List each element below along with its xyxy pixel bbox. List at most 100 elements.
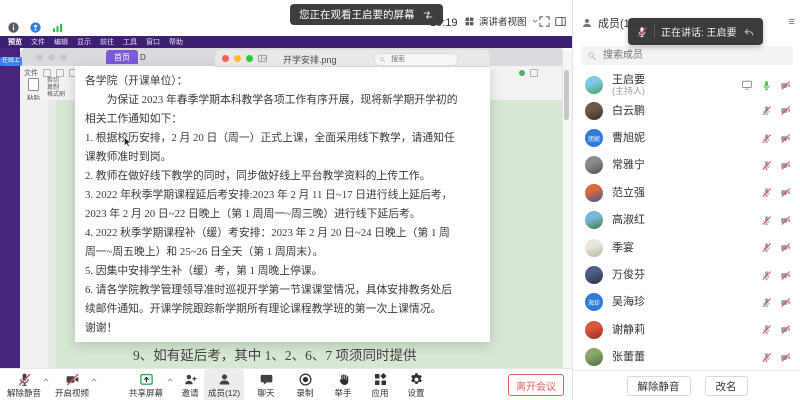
cam-off-icon[interactable] [780,270,791,281]
member-row-万俊芬[interactable]: 万俊芬 [573,261,800,288]
member-status-icons [761,242,800,253]
toolbar-成员(12)[interactable]: 成员(12) [204,369,244,400]
document-line: 6. 请各学院教学管理领导准时巡视开学第一节课课堂情况，具体安排教务处后 [85,281,490,300]
fullscreen-icon[interactable] [538,15,551,28]
reply-arrow-icon[interactable] [743,26,755,38]
cam-off-icon[interactable] [780,242,791,253]
mic-off-icon[interactable] [761,242,772,253]
member-row-范立强[interactable]: 范立强 [573,179,800,206]
member-list: 王启要(主持人)白云鹏旭妮曹旭妮常雅宁范立强高淑红季宴万俊芬海珍吴海珍谢静莉张蕾… [573,70,800,370]
toolbar-共享屏幕[interactable]: 共享屏幕 [124,369,168,400]
document-line: 课教师准时到岗。 [85,148,490,167]
member-row-曹旭妮[interactable]: 旭妮曹旭妮 [573,124,800,151]
preview-titlebar[interactable]: 开学安排.png [215,50,490,67]
member-row-白云鹏[interactable]: 白云鹏 [573,97,800,124]
member-name: 万俊芬 [612,269,645,281]
member-row-王启要[interactable]: 王启要(主持人) [573,70,800,97]
wps-scrollbar-thumb[interactable] [564,70,569,120]
menubar-item-文件[interactable]: 文件 [31,37,45,47]
member-row-谢静莉[interactable]: 谢静莉 [573,316,800,343]
preview-traffic-lights[interactable] [222,55,258,62]
wps-file-menu[interactable]: 文件 [24,68,77,78]
meeting-info-icon[interactable] [7,21,20,34]
menubar-item-窗口[interactable]: 窗口 [146,37,160,47]
meeting-window: 您正在观看王启要的屏幕 ─ ☐ ✕ 19:19 演讲者视图 预览文件编辑显示前往… [0,0,800,400]
toolbar-开启视频[interactable]: 开启视频 [52,369,92,400]
menubar-item-帮助[interactable]: 帮助 [169,37,183,47]
layout-panel-icon[interactable] [554,15,567,28]
mic-off-icon[interactable] [761,352,772,363]
watching-banner[interactable]: 您正在观看王启要的屏幕 [290,4,443,25]
cam-off-icon[interactable] [780,80,791,91]
screen-share-icon[interactable] [741,79,753,91]
mic-off-icon[interactable] [761,187,772,198]
mic-off-icon[interactable] [761,133,772,144]
mic-on-icon[interactable] [761,80,772,91]
chevron-up-icon[interactable] [90,376,98,384]
member-row-张蕾蕾[interactable]: 张蕾蕾 [573,344,800,370]
cam-off-icon[interactable] [780,105,791,116]
chevron-up-icon[interactable] [42,376,50,384]
view-mode-button[interactable]: 演讲者视图 [464,14,539,28]
mic-off-icon[interactable] [761,270,772,281]
mic-off-icon[interactable] [761,297,772,308]
preview-search-field[interactable] [374,53,458,66]
cam-off-icon[interactable] [780,187,791,198]
cam-off-icon[interactable] [780,133,791,144]
wps-document-tab[interactable]: D [140,53,146,62]
clipboard-icon [28,78,39,91]
preview-view-menu-icon[interactable] [257,53,268,64]
mic-off-icon[interactable] [761,160,772,171]
minimize-traffic-icon [234,55,241,62]
menubar-item-编辑[interactable]: 编辑 [54,37,68,47]
member-search-box[interactable] [581,46,793,65]
avatar: 海珍 [585,293,603,311]
wps-paste-button[interactable]: 粘贴 [27,78,40,102]
member-row-季宴[interactable]: 季宴 [573,234,800,261]
cam-off-icon [65,372,80,387]
view-mode-label: 演讲者视图 [479,14,527,28]
wps-upload-badge: 在线上传 [0,57,22,66]
toolbar-设置[interactable]: 设置 [398,369,434,400]
member-row-吴海珍[interactable]: 海珍吴海珍 [573,289,800,316]
menubar-item-工具[interactable]: 工具 [123,37,137,47]
member-row-常雅宁[interactable]: 常雅宁 [573,152,800,179]
toolbar-聊天[interactable]: 聊天 [246,369,286,400]
wps-toolbar-mini-icons [519,69,538,77]
toolbar-解除静音[interactable]: 解除静音 [4,369,44,400]
cam-off-icon[interactable] [780,324,791,335]
menubar-item-显示[interactable]: 显示 [77,37,91,47]
apps-icon [373,372,388,387]
wps-left-gutter [20,100,48,368]
leave-meeting-button[interactable]: 离开会议 [508,374,564,396]
wps-save-icon[interactable] [43,69,51,77]
member-row-高淑红[interactable]: 高淑红 [573,207,800,234]
cam-off-icon[interactable] [780,160,791,171]
cam-off-icon[interactable] [780,352,791,363]
cam-off-icon[interactable] [780,215,791,226]
settings-shield-icon[interactable] [29,21,42,34]
unmute-button[interactable]: 解除静音 [627,376,691,396]
toolbar-录制[interactable]: 录制 [286,369,324,400]
switch-screen-icon[interactable] [422,9,434,21]
mic-off-icon[interactable] [761,105,772,116]
rename-button[interactable]: 改名 [705,376,748,396]
member-name: 高淑红 [612,214,645,226]
preview-search-input[interactable] [389,55,443,64]
members-icon [217,372,232,387]
menubar-item-前往[interactable]: 前往 [100,37,114,47]
menubar-item-预览[interactable]: 预览 [8,37,22,47]
wps-cut-copy-group[interactable]: 剪切 复制 格式刷 [47,78,65,99]
mic-off-icon[interactable] [761,324,772,335]
cam-off-icon[interactable] [780,297,791,308]
grid-view-icon [464,16,475,27]
member-search-input[interactable] [601,49,787,62]
wps-print-icon[interactable] [56,69,64,77]
toolbar-举手[interactable]: 举手 [324,369,362,400]
wps-home-tab[interactable]: 首页 [106,50,138,64]
toolbar-应用[interactable]: 应用 [362,369,398,400]
panel-menu-icon[interactable]: ≡ [789,16,795,28]
document-line: 5. 因集中安排学生补（缓）考，第 1 周晚上停课。 [85,262,490,281]
mic-off-icon[interactable] [761,215,772,226]
wps-traffic-lights[interactable] [36,54,72,61]
